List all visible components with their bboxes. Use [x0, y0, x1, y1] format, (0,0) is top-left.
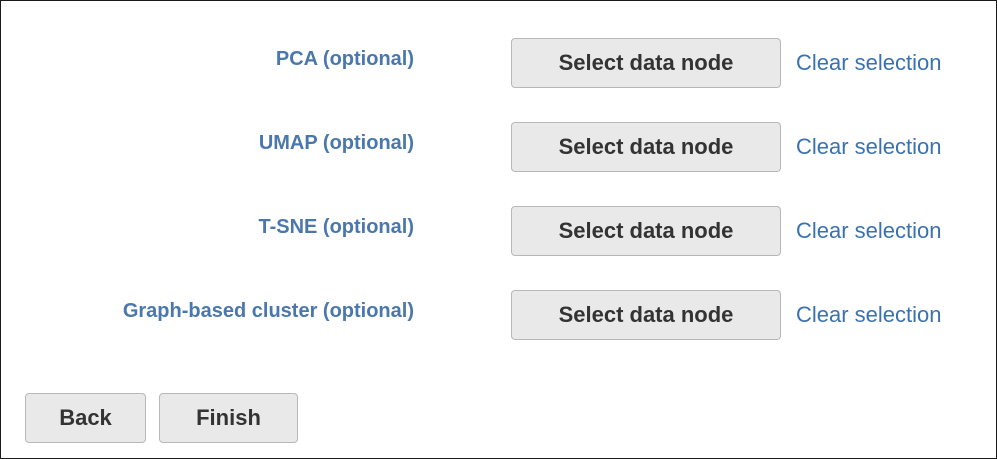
- tsne-row: T-SNE (optional) Select data node Clear …: [1, 206, 996, 258]
- wizard-panel: PCA (optional) Select data node Clear se…: [0, 0, 997, 459]
- umap-label: UMAP (optional): [258, 132, 414, 154]
- pca-label: PCA (optional): [275, 48, 414, 70]
- tsne-select-data-node-button[interactable]: Select data node: [511, 206, 781, 256]
- pca-row: PCA (optional) Select data node Clear se…: [1, 38, 996, 90]
- graph-cluster-row: Graph-based cluster (optional) Select da…: [1, 290, 996, 342]
- umap-select-data-node-button[interactable]: Select data node: [511, 122, 781, 172]
- tsne-label: T-SNE (optional): [258, 216, 414, 238]
- back-button[interactable]: Back: [25, 393, 146, 443]
- graph-cluster-label: Graph-based cluster (optional): [122, 300, 414, 322]
- finish-button[interactable]: Finish: [159, 393, 298, 443]
- graph-cluster-clear-selection-link[interactable]: Clear selection: [796, 302, 942, 328]
- umap-clear-selection-link[interactable]: Clear selection: [796, 134, 942, 160]
- umap-row: UMAP (optional) Select data node Clear s…: [1, 122, 996, 174]
- graph-cluster-select-data-node-button[interactable]: Select data node: [511, 290, 781, 340]
- pca-select-data-node-button[interactable]: Select data node: [511, 38, 781, 88]
- tsne-clear-selection-link[interactable]: Clear selection: [796, 218, 942, 244]
- pca-clear-selection-link[interactable]: Clear selection: [796, 50, 942, 76]
